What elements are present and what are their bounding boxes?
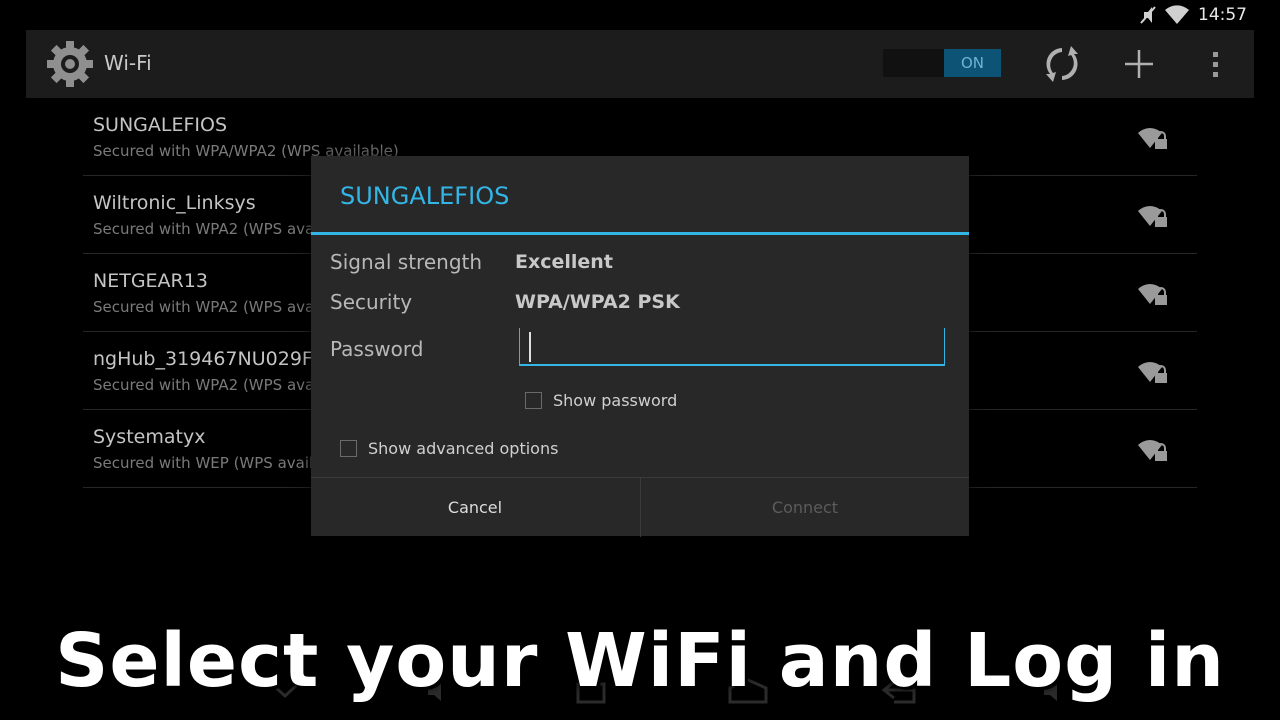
password-field[interactable] bbox=[519, 328, 945, 366]
network-name: SUNGALEFIOS bbox=[93, 114, 228, 136]
wifi-icon bbox=[1165, 5, 1189, 24]
page-title: Wi-Fi bbox=[104, 51, 152, 75]
show-password-checkbox[interactable] bbox=[525, 392, 542, 409]
network-name: Wiltronic_Linksys bbox=[93, 192, 256, 214]
action-bar: Wi-Fi ON bbox=[26, 30, 1254, 98]
connect-dialog: SUNGALEFIOS Signal strength Excellent Se… bbox=[311, 156, 969, 537]
settings-icon[interactable] bbox=[44, 38, 96, 90]
cancel-button[interactable]: Cancel bbox=[311, 478, 639, 537]
add-icon[interactable] bbox=[1119, 44, 1159, 84]
text-cursor bbox=[529, 332, 531, 362]
connect-button[interactable]: Connect bbox=[640, 478, 969, 537]
network-name: ngHub_319467NU029F bbox=[93, 348, 313, 370]
show-password-label[interactable]: Show password bbox=[553, 391, 677, 410]
network-name: Systematyx bbox=[93, 426, 206, 448]
security-value: WPA/WPA2 PSK bbox=[515, 291, 680, 313]
dialog-divider bbox=[311, 232, 969, 235]
wifi-lock-icon bbox=[1138, 128, 1167, 149]
dialog-footer: Cancel Connect bbox=[311, 477, 969, 537]
wifi-lock-icon bbox=[1138, 206, 1167, 227]
status-bar: 14:57 bbox=[0, 0, 1280, 30]
signal-strength-value: Excellent bbox=[515, 251, 613, 273]
wifi-lock-icon bbox=[1138, 362, 1167, 383]
clock: 14:57 bbox=[1198, 5, 1247, 25]
wifi-lock-icon bbox=[1138, 284, 1167, 305]
muted-icon bbox=[1140, 6, 1156, 24]
overflow-menu-icon[interactable] bbox=[1196, 44, 1236, 84]
network-security: Secured with WPA2 (WPS ava bbox=[93, 298, 315, 316]
network-security: Secured with WPA2 (WPS ava bbox=[93, 376, 315, 394]
show-advanced-checkbox[interactable] bbox=[340, 440, 357, 457]
video-caption: Select your WiFi and Log in bbox=[55, 618, 1225, 704]
signal-strength-label: Signal strength bbox=[330, 250, 483, 274]
toggle-on-label: ON bbox=[944, 49, 1001, 77]
wifi-lock-icon bbox=[1138, 440, 1167, 461]
security-label: Security bbox=[330, 290, 413, 314]
wps-icon[interactable] bbox=[1042, 44, 1082, 84]
wifi-toggle[interactable]: ON bbox=[883, 49, 1001, 77]
network-security: Secured with WPA2 (WPS ava bbox=[93, 220, 315, 238]
password-label: Password bbox=[330, 337, 424, 361]
dialog-title: SUNGALEFIOS bbox=[340, 182, 510, 210]
show-advanced-label[interactable]: Show advanced options bbox=[368, 439, 558, 458]
network-name: NETGEAR13 bbox=[93, 270, 208, 292]
network-security: Secured with WEP (WPS avail bbox=[93, 454, 314, 472]
